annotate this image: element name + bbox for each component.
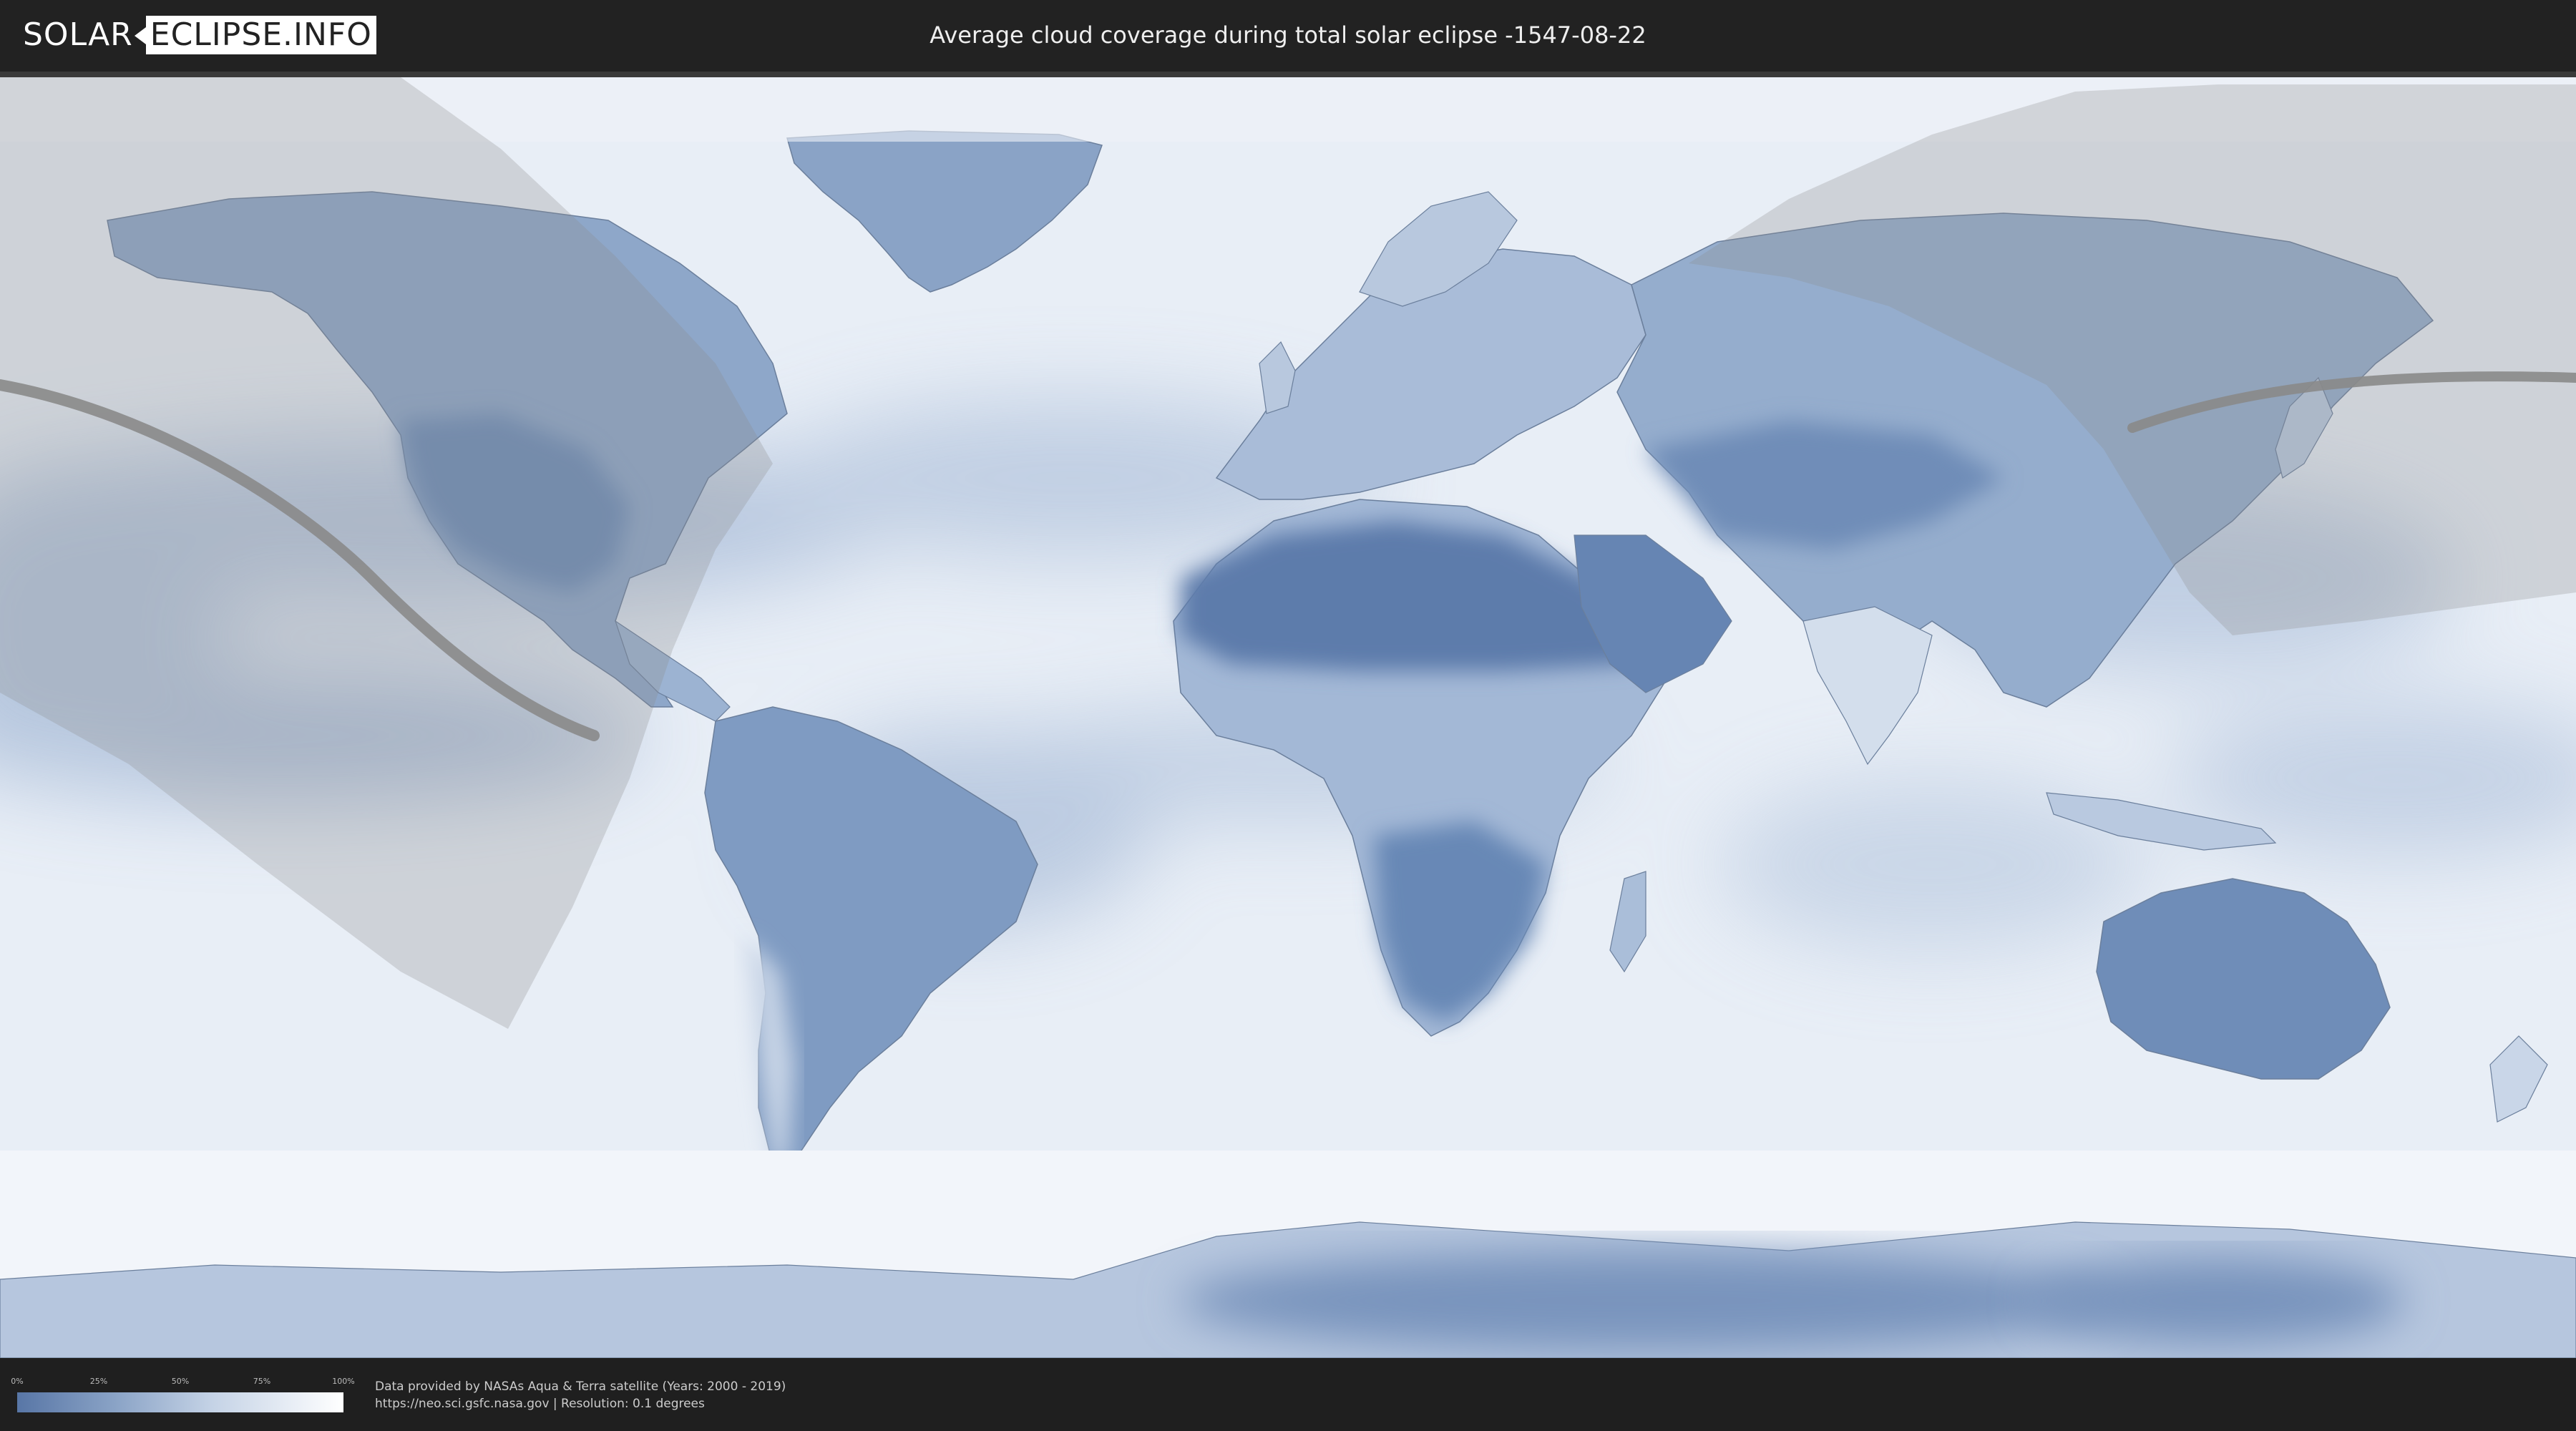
east-antarctica-clear (1181, 1251, 2111, 1351)
data-source-link[interactable]: https://neo.sci.gsfc.nasa.gov | Resoluti… (375, 1397, 705, 1411)
header-bar: SOLAR ECLIPSE.INFO Average cloud coverag… (0, 0, 2576, 72)
world-map-svg (0, 77, 2576, 1358)
data-credit: Data provided by NASAs Aqua & Terra sate… (375, 1379, 786, 1394)
footer-bar (0, 1358, 2576, 1431)
page-title: Average cloud coverage during total sola… (930, 21, 1646, 49)
legend-labels: 0% 25% 50% 75% 100% (11, 1377, 354, 1387)
legend-label-25: 25% (89, 1377, 108, 1386)
legend-label-75: 75% (253, 1377, 271, 1386)
legend-color-bar (17, 1392, 343, 1412)
header-separator (0, 72, 2576, 77)
legend-label-50: 50% (171, 1377, 190, 1386)
east-antarctica-clear-2 (2032, 1258, 2404, 1344)
legend-label-0: 0% (11, 1377, 24, 1386)
legend-label-100: 100% (332, 1377, 355, 1386)
cloud-coverage-map (0, 77, 2576, 1358)
